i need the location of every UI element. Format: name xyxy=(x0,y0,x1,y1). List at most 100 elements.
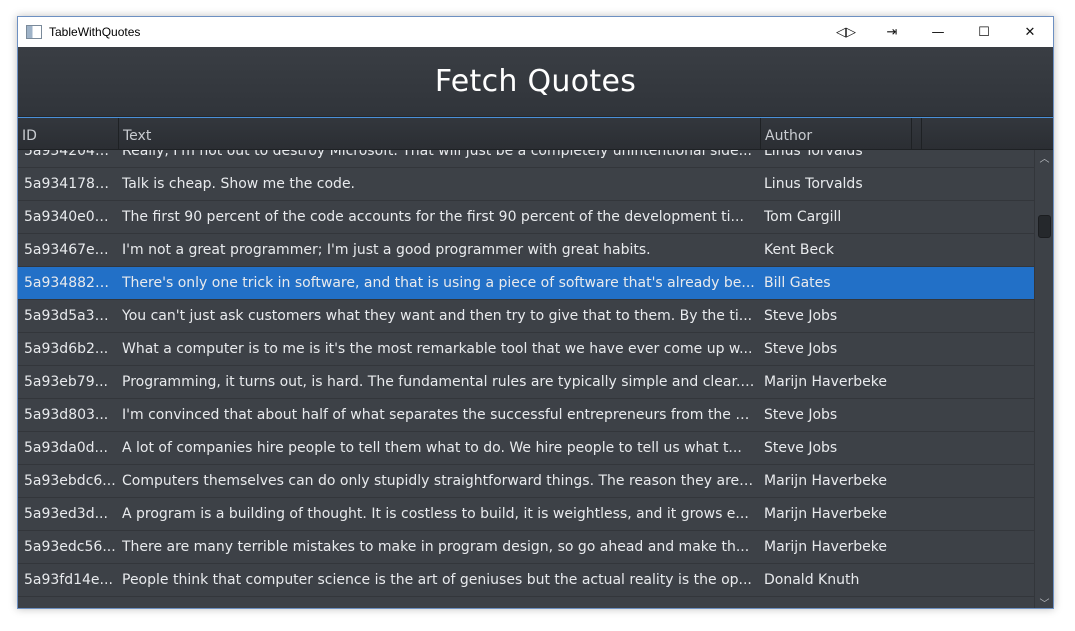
cell-id: 5a93d5a36... xyxy=(18,300,116,332)
column-header-author[interactable]: Author xyxy=(761,118,912,150)
cell-id-text: 5a9341788... xyxy=(24,176,116,192)
cell-author: Marijn Haverbeke xyxy=(756,366,906,398)
cell-text: Talk is cheap. Show me the code. xyxy=(116,168,756,200)
column-header-extra[interactable] xyxy=(912,118,922,150)
table-row[interactable]: 5a9341788... Talk is cheap. Show me the c… xyxy=(18,168,1034,201)
table-row[interactable]: 5a93ed3d... A program is a building of th… xyxy=(18,498,1034,531)
cell-text: Really, I'm not out to destroy Microsoft… xyxy=(116,150,756,167)
cell-author: Marijn Haverbeke xyxy=(756,498,906,530)
cell-id-text: 5a93d6b2... xyxy=(24,341,109,357)
table-body[interactable]: 5a9342048... Really, I'm not out to destr… xyxy=(18,150,1034,608)
app-icon xyxy=(26,25,42,39)
close-button[interactable]: ✕ xyxy=(1007,17,1053,47)
cell-text: People think that computer science is th… xyxy=(116,564,756,596)
cell-id-text: 5a93fd14e... xyxy=(24,572,113,588)
cell-text: What a computer is to me is it's the mos… xyxy=(116,333,756,365)
cell-id-text: 5a93ebdc6... xyxy=(24,473,116,489)
minimize-button[interactable]: — xyxy=(915,17,961,47)
cell-author: Linus Torvalds xyxy=(756,168,906,200)
cell-id: 5a9340e08... xyxy=(18,201,116,233)
cell-text: There are many terrible mistakes to make… xyxy=(116,531,756,563)
caption-buttons: ◁▷ ⇥ — ☐ ✕ xyxy=(823,17,1053,47)
column-header-id[interactable]: ID xyxy=(18,118,119,150)
devtools-icon[interactable]: ◁▷ xyxy=(823,17,869,47)
cell-text: Programming, it turns out, is hard. The … xyxy=(116,366,756,398)
cell-id: 5a93fd14e... xyxy=(18,564,116,596)
table-row[interactable]: 5a93ebdc6... Computers themselves can do … xyxy=(18,465,1034,498)
cell-author-text: Tom Cargill xyxy=(764,209,842,225)
cell-author: Steve Jobs xyxy=(756,300,906,332)
table-row[interactable]: 5a93d5a36... You can't just ask customers… xyxy=(18,300,1034,333)
cell-author: Linus Torvalds xyxy=(756,150,906,167)
cell-text-text: I'm convinced that about half of what se… xyxy=(122,407,756,423)
table-row[interactable]: 5a93edc56... There are many terrible mist… xyxy=(18,531,1034,564)
cell-author: Kent Beck xyxy=(756,234,906,266)
cell-id-text: 5a9348828... xyxy=(24,275,116,291)
scroll-down-icon[interactable]: ﹀ xyxy=(1035,595,1053,609)
maximize-button[interactable]: ☐ xyxy=(961,17,1007,47)
cell-author: Marijn Haverbeke xyxy=(756,465,906,497)
page-title: Fetch Quotes xyxy=(434,64,637,99)
cell-author: Donald Knuth xyxy=(756,564,906,596)
external-window-icon[interactable]: ⇥ xyxy=(869,17,915,47)
cell-id-text: 5a93d5a36... xyxy=(24,308,116,324)
cell-author-text: Donald Knuth xyxy=(764,572,860,588)
cell-id: 5a93467e8... xyxy=(18,234,116,266)
cell-text-text: The first 90 percent of the code account… xyxy=(122,209,744,225)
cell-author-text: Steve Jobs xyxy=(764,341,838,357)
cell-text: Computers themselves can do only stupidl… xyxy=(116,465,756,497)
cell-id-text: 5a93ed3d... xyxy=(24,506,108,522)
table-row[interactable]: 5a9348828... There's only one trick in so… xyxy=(18,267,1034,300)
title-bar[interactable]: TableWithQuotes ◁▷ ⇥ — ☐ ✕ xyxy=(18,17,1053,47)
cell-id-text: 5a9342048... xyxy=(24,150,116,159)
table-rows: 5a9342048... Really, I'm not out to destr… xyxy=(18,150,1034,597)
cell-text-text: There are many terrible mistakes to make… xyxy=(122,539,750,555)
cell-id-text: 5a93467e8... xyxy=(24,242,116,258)
cell-id: 5a93d803... xyxy=(18,399,116,431)
cell-text-text: I'm not a great programmer; I'm just a g… xyxy=(122,242,651,258)
cell-text: I'm not a great programmer; I'm just a g… xyxy=(116,234,756,266)
table-row[interactable]: 5a9342048... Really, I'm not out to destr… xyxy=(18,150,1034,168)
cell-author-text: Steve Jobs xyxy=(764,440,838,456)
cell-author: Marijn Haverbeke xyxy=(756,531,906,563)
table-row[interactable]: 5a93eb79... Programming, it turns out, is… xyxy=(18,366,1034,399)
cell-text: A lot of companies hire people to tell t… xyxy=(116,432,756,464)
cell-id: 5a9342048... xyxy=(18,150,116,167)
cell-id: 5a93da0d... xyxy=(18,432,116,464)
quotes-table: ID Text Author 5a9342048... Really, I'm n… xyxy=(18,117,1053,609)
cell-text-text: People think that computer science is th… xyxy=(122,572,752,588)
cell-text-text: Programming, it turns out, is hard. The … xyxy=(122,374,756,390)
cell-text-text: Talk is cheap. Show me the code. xyxy=(122,176,356,192)
cell-text: A program is a building of thought. It i… xyxy=(116,498,756,530)
table-row[interactable]: 5a93d803... I'm convinced that about half… xyxy=(18,399,1034,432)
cell-text-text: Really, I'm not out to destroy Microsoft… xyxy=(122,150,752,159)
cell-text-text: Computers themselves can do only stupidl… xyxy=(122,473,756,489)
cell-id: 5a93ed3d... xyxy=(18,498,116,530)
cell-author-text: Steve Jobs xyxy=(764,407,838,423)
cell-author: Steve Jobs xyxy=(756,333,906,365)
cell-text-text: What a computer is to me is it's the mos… xyxy=(122,341,753,357)
header-bar: Fetch Quotes xyxy=(18,47,1053,117)
cell-author-text: Marijn Haverbeke xyxy=(764,506,887,522)
cell-text-text: You can't just ask customers what they w… xyxy=(122,308,753,324)
table-row[interactable]: 5a9340e08... The first 90 percent of the … xyxy=(18,201,1034,234)
table-row[interactable]: 5a93da0d... A lot of companies hire peopl… xyxy=(18,432,1034,465)
column-header-text[interactable]: Text xyxy=(119,118,761,150)
table-row[interactable]: 5a93467e8... I'm not a great programmer; … xyxy=(18,234,1034,267)
cell-author-text: Steve Jobs xyxy=(764,308,838,324)
cell-id: 5a93d6b2... xyxy=(18,333,116,365)
vertical-scrollbar[interactable]: ︿ ﹀ xyxy=(1034,150,1053,609)
table-row[interactable]: 5a93fd14e... People think that computer s… xyxy=(18,564,1034,597)
cell-author-text: Marijn Haverbeke xyxy=(764,539,887,555)
cell-id: 5a93eb79... xyxy=(18,366,116,398)
app-window: TableWithQuotes ◁▷ ⇥ — ☐ ✕ Fetch Quotes … xyxy=(17,16,1054,609)
cell-id-text: 5a93eb79... xyxy=(24,374,108,390)
scroll-up-icon[interactable]: ︿ xyxy=(1035,150,1053,165)
cell-id: 5a9341788... xyxy=(18,168,116,200)
cell-text: The first 90 percent of the code account… xyxy=(116,201,756,233)
cell-author-text: Marijn Haverbeke xyxy=(764,473,887,489)
scroll-thumb[interactable] xyxy=(1038,215,1051,238)
window-title: TableWithQuotes xyxy=(49,25,141,39)
table-row[interactable]: 5a93d6b2... What a computer is to me is i… xyxy=(18,333,1034,366)
cell-author-text: Kent Beck xyxy=(764,242,834,258)
